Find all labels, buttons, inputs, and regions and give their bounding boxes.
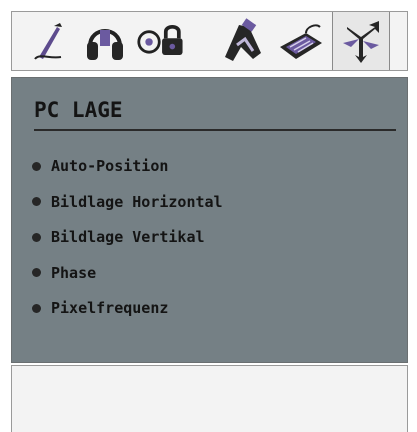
tool-picture[interactable] [20, 12, 74, 70]
bullet-icon [32, 303, 41, 313]
bullet-icon [32, 161, 41, 171]
tool-sound[interactable] [78, 12, 132, 70]
menu-item-label: Bildlage Horizontal [51, 192, 223, 211]
menu-item-vertical[interactable]: Bildlage Vertikal [32, 225, 223, 249]
menu-item-phase[interactable]: Phase [32, 261, 223, 285]
lock-icon [137, 24, 183, 55]
icon-toolbar [11, 11, 408, 71]
keyboard-icon [280, 24, 322, 59]
tool-install[interactable] [274, 12, 328, 70]
menu-item-label: Bildlage Vertikal [51, 228, 205, 246]
bullet-icon [32, 232, 41, 242]
menu-item-pixel-frequency[interactable]: Pixelfrequenz [32, 296, 223, 320]
title-divider [34, 129, 396, 131]
pen-icon [34, 23, 62, 60]
bullet-icon [32, 268, 41, 277]
panel-title: PC LAGE [34, 98, 123, 122]
directional-arrows-icon [343, 21, 379, 63]
tool-source[interactable] [332, 12, 390, 70]
menu-item-horizontal[interactable]: Bildlage Horizontal [32, 190, 223, 214]
hand-tool-icon [225, 18, 261, 61]
headphones-icon [87, 29, 123, 60]
menu-item-label: Pixelfrequenz [51, 299, 169, 317]
menu-item-label: Auto-Position [51, 157, 169, 175]
menu-item-label: Phase [51, 263, 97, 282]
menu-list: Auto-Position Bildlage Horizontal Bildla… [32, 154, 223, 332]
bullet-icon [32, 197, 41, 206]
tool-lock[interactable] [136, 12, 190, 70]
menu-item-auto-position[interactable]: Auto-Position [32, 154, 223, 178]
tool-features[interactable] [216, 12, 270, 70]
pc-position-panel: PC LAGE Auto-Position Bildlage Horizonta… [11, 77, 408, 363]
footer-info-panel [11, 365, 408, 432]
